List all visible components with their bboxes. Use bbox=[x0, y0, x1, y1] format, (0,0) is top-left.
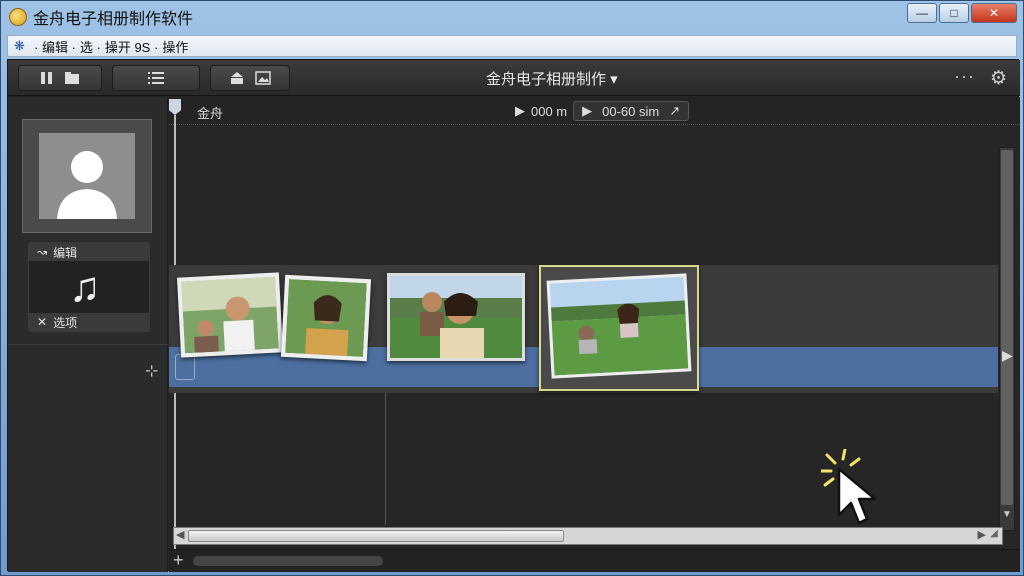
fast-forward-icon[interactable]: ↗ bbox=[669, 103, 680, 119]
photo-clip-3[interactable] bbox=[387, 273, 525, 361]
photo-clip-4-selected[interactable] bbox=[539, 265, 699, 391]
audio-options-row[interactable]: ✕ 选项 bbox=[29, 313, 149, 331]
title-bar: 金舟电子相册制作软件 — □ ✕ bbox=[1, 1, 1023, 33]
play-small-icon[interactable]: ▶ bbox=[582, 103, 592, 119]
music-note-icon: ♫ bbox=[69, 263, 101, 310]
photo-clip-2[interactable] bbox=[280, 274, 372, 362]
minimize-button[interactable]: — bbox=[907, 3, 937, 23]
zoom-slider[interactable] bbox=[193, 556, 383, 566]
image-icon bbox=[255, 71, 271, 85]
sidebar-divider bbox=[8, 344, 168, 345]
more-options-icon[interactable]: ··· bbox=[954, 66, 975, 87]
folder-icon bbox=[65, 72, 79, 84]
audio-card[interactable]: ↝ 编辑 ♫ ✕ 选项 bbox=[28, 242, 150, 332]
edit-icon: ↝ bbox=[37, 245, 48, 259]
add-icon[interactable]: + bbox=[173, 550, 184, 571]
resize-grip-icon[interactable]: ◢ bbox=[986, 528, 1002, 544]
menu-item-open[interactable]: 操开 9S · bbox=[105, 37, 158, 56]
timeline-ruler[interactable]: 金舟 ▶ 000 m ▶ 00-60 sim ↗ bbox=[169, 97, 1020, 125]
import-button[interactable] bbox=[210, 65, 290, 91]
menu-bar: ❋ · 编辑 · 选 · 操开 9S · 操作 bbox=[7, 35, 1017, 57]
audio-edit-row[interactable]: ↝ 编辑 bbox=[29, 243, 149, 261]
pause-icon bbox=[41, 72, 52, 84]
menu-item-operate[interactable]: 操作 bbox=[162, 37, 188, 56]
person-silhouette-icon bbox=[57, 151, 117, 219]
app-window: 金舟电子相册制作软件 — □ ✕ ❋ · 编辑 · 选 · 操开 9S · 操作 bbox=[0, 0, 1024, 576]
photo-clip-1[interactable] bbox=[176, 272, 284, 358]
duration-readout: 00-60 sim bbox=[602, 103, 660, 119]
duration-box[interactable]: ▶ 00-60 sim ↗ bbox=[573, 101, 690, 121]
remove-icon: ✕ bbox=[37, 315, 48, 329]
maximize-button[interactable]: □ bbox=[939, 3, 969, 23]
avatar bbox=[39, 133, 135, 219]
audio-edit-label: 编辑 bbox=[53, 245, 78, 260]
app-logo-icon bbox=[9, 8, 27, 26]
menu-item-edit[interactable]: · 编辑 · bbox=[34, 37, 76, 56]
audio-options-label: 选项 bbox=[53, 315, 78, 330]
photo-image bbox=[181, 276, 279, 354]
list-icon bbox=[148, 72, 164, 84]
gear-icon[interactable]: ⚙ bbox=[990, 67, 1007, 90]
vertical-scroll-thumb[interactable] bbox=[1001, 150, 1013, 505]
import-icon bbox=[231, 72, 243, 84]
track-handle[interactable] bbox=[175, 354, 195, 380]
click-cursor-icon bbox=[821, 449, 877, 525]
position-readout: 000 m bbox=[531, 103, 568, 119]
toolbar: 金舟电子相册制作 ▾ ··· ⚙ bbox=[8, 60, 1020, 96]
scroll-down-icon[interactable]: ▼ bbox=[1002, 509, 1012, 520]
list-view-button[interactable] bbox=[112, 65, 200, 91]
media-view-button[interactable] bbox=[18, 65, 102, 91]
scroll-end-icon[interactable]: ▶ bbox=[978, 528, 986, 541]
play-icon[interactable]: ▶ bbox=[515, 103, 525, 119]
photo-image bbox=[285, 279, 367, 357]
window-title: 金舟电子相册制作软件 bbox=[33, 11, 194, 28]
ruler-label: 金舟 bbox=[197, 106, 224, 121]
editor-area: 金舟电子相册制作 ▾ ··· ⚙ ↝ 编辑 ♫ ✕ 选项 ⊹ 金舟 ▶ 000 … bbox=[7, 59, 1020, 572]
photo-image bbox=[390, 276, 522, 358]
timeline-panel: 金舟 ▶ 000 m ▶ 00-60 sim ↗ ▶ ▼ ◀ ▶ ◢ + bbox=[169, 97, 1020, 572]
app-title-dropdown[interactable]: 金舟电子相册制作 ▾ bbox=[486, 68, 618, 89]
menu-app-icon[interactable]: ❋ bbox=[14, 39, 28, 53]
horizontal-scroll-thumb[interactable] bbox=[188, 530, 564, 542]
bottom-bar: + bbox=[169, 549, 1020, 572]
timeline-divider bbox=[385, 393, 386, 525]
scroll-right-icon[interactable]: ▶ bbox=[1002, 347, 1013, 364]
vertical-scrollbar[interactable] bbox=[999, 147, 1015, 531]
media-sidebar: ↝ 编辑 ♫ ✕ 选项 ⊹ bbox=[8, 97, 168, 572]
close-button[interactable]: ✕ bbox=[971, 3, 1017, 23]
scroll-left-icon[interactable]: ◀ bbox=[176, 528, 184, 541]
playback-controls: ▶ 000 m ▶ 00-60 sim ↗ bbox=[515, 101, 690, 121]
menu-item-select[interactable]: 选 · bbox=[80, 37, 101, 56]
horizontal-scrollbar[interactable]: ◀ ▶ ◢ bbox=[173, 527, 1003, 545]
photo-placeholder[interactable] bbox=[22, 119, 152, 233]
add-track-icon[interactable]: ⊹ bbox=[145, 361, 158, 381]
photo-frame bbox=[546, 273, 692, 379]
